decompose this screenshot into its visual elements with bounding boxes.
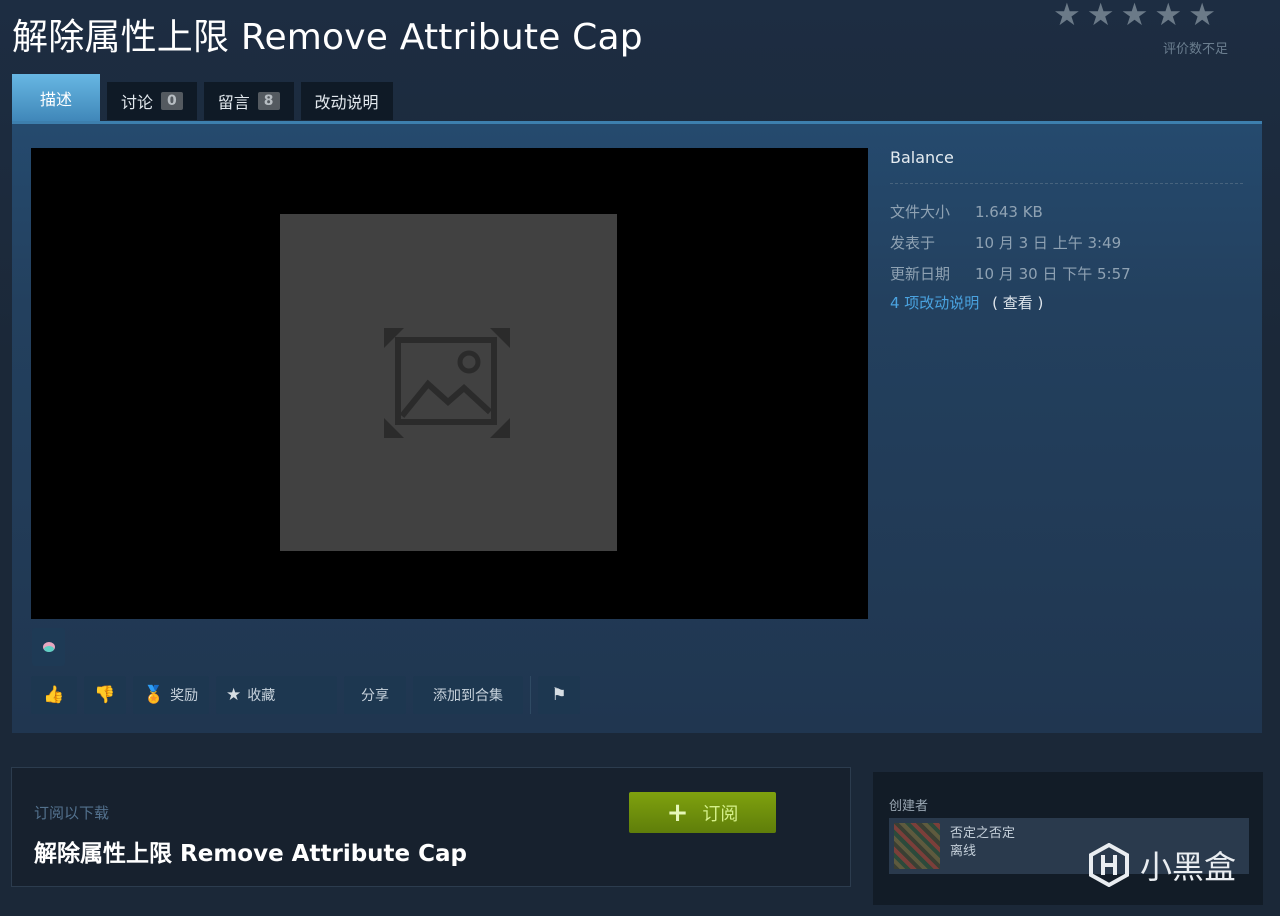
divider bbox=[890, 183, 1243, 184]
watermark-text: 小黑盒 bbox=[1140, 848, 1237, 886]
thumbnail[interactable] bbox=[32, 628, 65, 666]
posted-row: 发表于 10 月 3 日 上午 3:49 bbox=[890, 227, 1243, 258]
updated-value: 10 月 30 日 下午 5:57 bbox=[975, 265, 1131, 283]
creator-label: 创建者 bbox=[889, 799, 929, 814]
updated-row: 更新日期 10 月 30 日 下午 5:57 bbox=[890, 258, 1243, 289]
count-badge: 8 bbox=[257, 92, 280, 110]
file-size-value: 1.643 KB bbox=[975, 202, 1043, 221]
favorite-button[interactable]: ★ 收藏 bbox=[216, 676, 337, 714]
change-notes-row: 4 项改动说明 ( 查看 ) bbox=[890, 292, 1243, 313]
tab-bar: 描述 讨论 0 留言 8 改动说明 bbox=[12, 74, 393, 122]
subscribe-button-label: 订阅 bbox=[702, 803, 739, 825]
image-placeholder-icon bbox=[384, 328, 510, 438]
updated-label: 更新日期 bbox=[890, 265, 951, 283]
rating-text: 评价数不足 bbox=[1163, 42, 1229, 57]
subscribe-button[interactable]: + 订阅 bbox=[629, 792, 776, 833]
creator-status: 离线 bbox=[950, 844, 977, 859]
rating-stars: ★ ★ ★ ★ ★ bbox=[1053, 0, 1216, 33]
star-icon: ★ bbox=[1154, 0, 1183, 33]
tab-discussions[interactable]: 讨论 0 bbox=[107, 82, 197, 120]
star-icon: ★ bbox=[1120, 0, 1149, 33]
share-button[interactable]: 分享 bbox=[344, 676, 406, 714]
flag-icon: ⚑ bbox=[551, 685, 567, 705]
tab-label: 留言 bbox=[217, 93, 250, 112]
thumbs-down-button[interactable]: 👎 bbox=[84, 676, 126, 714]
tab-change-notes[interactable]: 改动说明 bbox=[300, 82, 393, 120]
star-icon: ★ bbox=[1086, 0, 1115, 33]
count-badge: 0 bbox=[161, 92, 183, 110]
avatar[interactable] bbox=[894, 823, 940, 869]
posted-value: 10 月 3 日 上午 3:49 bbox=[975, 234, 1122, 252]
watermark: 小黑盒 bbox=[1088, 842, 1236, 888]
file-size-label: 文件大小 bbox=[890, 203, 951, 221]
award-label: 奖励 bbox=[170, 688, 199, 704]
add-to-collection-label: 添加到合集 bbox=[433, 688, 503, 704]
thumbs-up-button[interactable]: 👍 bbox=[31, 676, 77, 714]
thumbs-down-icon: 👎 bbox=[94, 685, 116, 705]
watermark-logo-icon bbox=[1089, 843, 1129, 887]
creator-name[interactable]: 否定之否定 bbox=[950, 822, 1015, 841]
favorite-label: 收藏 bbox=[247, 688, 276, 704]
image-placeholder bbox=[280, 214, 617, 551]
star-icon: ★ bbox=[1188, 0, 1216, 33]
divider bbox=[530, 676, 531, 714]
thumbs-up-icon: 👍 bbox=[43, 685, 65, 705]
thumbnail-icon bbox=[42, 642, 55, 652]
tab-description[interactable]: 描述 bbox=[12, 74, 100, 122]
page-title: 解除属性上限 Remove Attribute Cap bbox=[12, 17, 643, 58]
preview-image[interactable] bbox=[31, 148, 868, 619]
action-bar: 👍 👎 🏅 奖励 ★ 收藏 分享 添加到合集 ⚑ bbox=[31, 676, 580, 714]
main-panel: 👍 👎 🏅 奖励 ★ 收藏 分享 添加到合集 ⚑ Balance 文件大小 1.… bbox=[12, 121, 1262, 733]
subscribe-title: 解除属性上限 Remove Attribute Cap bbox=[34, 841, 468, 867]
report-button[interactable]: ⚑ bbox=[538, 676, 580, 714]
add-to-collection-button[interactable]: 添加到合集 bbox=[413, 676, 523, 714]
tab-label: 讨论 bbox=[121, 93, 154, 112]
tab-label: 改动说明 bbox=[314, 93, 379, 112]
star-icon: ★ bbox=[1053, 0, 1081, 33]
tab-comments[interactable]: 留言 8 bbox=[203, 82, 294, 120]
tab-label: 描述 bbox=[39, 90, 72, 109]
item-type: Balance bbox=[890, 148, 954, 167]
subscribe-box: 订阅以下载 解除属性上限 Remove Attribute Cap + 订阅 bbox=[11, 767, 851, 887]
share-label: 分享 bbox=[361, 688, 389, 704]
view-link[interactable]: ( 查看 ) bbox=[992, 294, 1043, 312]
details-sidebar: Balance 文件大小 1.643 KB 发表于 10 月 3 日 上午 3:… bbox=[890, 148, 1243, 313]
subscribe-label: 订阅以下载 bbox=[34, 804, 110, 822]
plus-icon: + bbox=[666, 797, 689, 828]
file-size-row: 文件大小 1.643 KB bbox=[890, 196, 1243, 227]
posted-label: 发表于 bbox=[890, 234, 936, 252]
award-icon: 🏅 bbox=[143, 685, 165, 705]
award-button[interactable]: 🏅 奖励 bbox=[133, 676, 209, 714]
change-notes-link[interactable]: 4 项改动说明 bbox=[890, 294, 979, 312]
star-icon: ★ bbox=[226, 685, 242, 705]
